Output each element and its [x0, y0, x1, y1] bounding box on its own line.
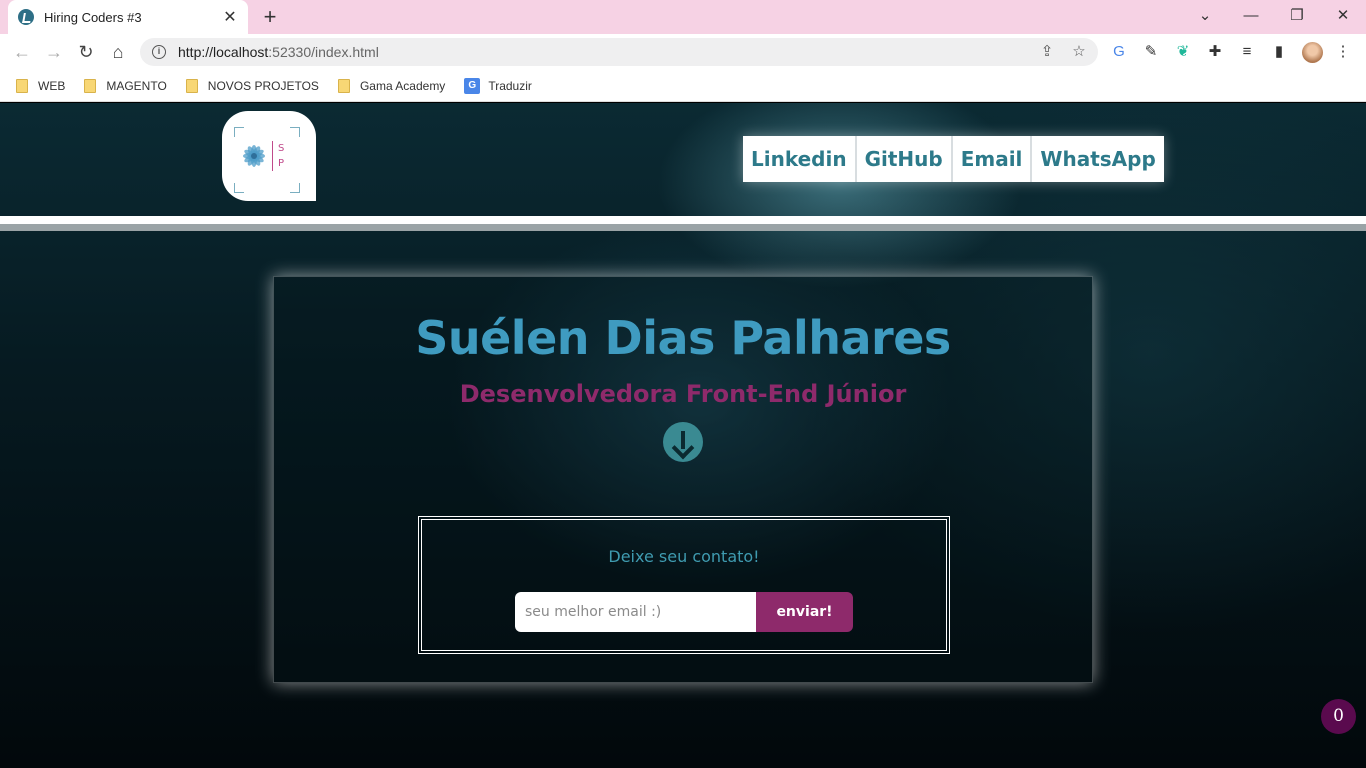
- folder-icon: [337, 78, 350, 93]
- reading-list-icon[interactable]: ≡: [1238, 43, 1256, 61]
- nav-link-github[interactable]: GitHub: [856, 136, 953, 182]
- browser-toolbar: ← → ↻ ⌂ i http://localhost:52330/index.h…: [0, 34, 1366, 70]
- bookmark-star-icon[interactable]: ☆: [1070, 43, 1088, 61]
- bookmark-traduzir[interactable]: G Traduzir: [464, 77, 532, 94]
- bookmark-novos-projetos[interactable]: NOVOS PROJETOS: [185, 78, 319, 93]
- nav-link-linkedin[interactable]: Linkedin: [743, 136, 857, 182]
- close-window-icon[interactable]: ✕: [1330, 4, 1356, 28]
- bookmark-web[interactable]: WEB: [16, 78, 66, 93]
- folder-icon: [185, 78, 198, 93]
- email-input[interactable]: [515, 592, 757, 632]
- social-nav: Linkedin GitHub Email WhatsApp: [743, 136, 1164, 182]
- logo-letter-p: P: [278, 158, 285, 169]
- reload-icon[interactable]: ↻: [74, 40, 98, 64]
- bookmark-label: WEB: [38, 78, 66, 93]
- extension-bird-icon[interactable]: ❦: [1174, 43, 1192, 61]
- minimize-window-icon[interactable]: —: [1238, 4, 1264, 28]
- browser-tab-bar: Hiring Coders #3 ✕ + ⌄ — ❐ ✕: [0, 0, 1366, 34]
- google-translate-extension-icon[interactable]: G: [1110, 43, 1128, 61]
- logo-letter-s: S: [278, 143, 285, 154]
- url-host: http://localhost: [178, 44, 269, 60]
- page-content: S P Linkedin GitHub Email WhatsApp Suéle…: [0, 103, 1366, 768]
- hero-card: Suélen Dias Palhares Desenvolvedora Fron…: [273, 276, 1093, 683]
- site-header: S P Linkedin GitHub Email WhatsApp: [0, 103, 1366, 216]
- bookmark-magento[interactable]: MAGENTO: [84, 78, 167, 93]
- nav-link-whatsapp[interactable]: WhatsApp: [1032, 136, 1164, 182]
- header-divider: [0, 216, 1366, 224]
- bookmark-label: Gama Academy: [359, 78, 446, 93]
- profile-role: Desenvolvedora Front-End Júnior: [459, 380, 907, 408]
- google-translate-icon: G: [464, 77, 481, 94]
- arrow-down-circle-icon[interactable]: [663, 422, 703, 462]
- profile-name: Suélen Dias Palhares: [415, 311, 951, 365]
- new-tab-button[interactable]: +: [258, 5, 282, 29]
- bookmark-gama-academy[interactable]: Gama Academy: [337, 78, 446, 93]
- folder-icon: [16, 78, 28, 93]
- home-icon[interactable]: ⌂: [106, 40, 130, 64]
- site-info-icon[interactable]: i: [152, 45, 166, 59]
- contact-title: Deixe seu contato!: [608, 547, 760, 566]
- restore-window-icon[interactable]: ❐: [1284, 4, 1310, 28]
- address-bar[interactable]: i http://localhost:52330/index.html ⇪ ☆: [140, 38, 1098, 66]
- extensions-puzzle-icon[interactable]: ✚: [1206, 43, 1224, 61]
- tab-search-chevron-icon[interactable]: ⌄: [1192, 4, 1218, 28]
- share-icon[interactable]: ⇪: [1038, 43, 1056, 61]
- bookmark-label: Traduzir: [488, 78, 532, 93]
- browser-tab[interactable]: Hiring Coders #3 ✕: [8, 0, 248, 34]
- counter-badge[interactable]: 0: [1321, 699, 1356, 734]
- url-path: :52330/index.html: [268, 44, 379, 60]
- tab-title: Hiring Coders #3: [44, 9, 142, 25]
- flower-icon: [243, 145, 265, 167]
- logo[interactable]: S P: [222, 111, 316, 201]
- side-panel-icon[interactable]: ▮: [1270, 43, 1288, 61]
- eyedropper-extension-icon[interactable]: ✎: [1142, 43, 1160, 61]
- bookmark-label: MAGENTO: [106, 78, 167, 93]
- contact-form: Deixe seu contato! enviar!: [418, 516, 950, 654]
- site-favicon-icon: [18, 9, 34, 25]
- close-tab-icon[interactable]: ✕: [222, 7, 238, 27]
- bookmarks-bar: WEB MAGENTO NOVOS PROJETOS Gama Academy …: [0, 70, 1366, 102]
- profile-avatar[interactable]: [1302, 42, 1323, 63]
- logo-divider: [272, 141, 273, 171]
- forward-arrow-icon[interactable]: →: [42, 40, 66, 64]
- bookmark-label: NOVOS PROJETOS: [207, 78, 319, 93]
- send-button[interactable]: enviar!: [756, 592, 853, 632]
- nav-link-email[interactable]: Email: [952, 136, 1033, 182]
- folder-icon: [84, 78, 97, 93]
- back-arrow-icon[interactable]: ←: [10, 40, 34, 64]
- browser-menu-icon[interactable]: ⋮: [1334, 43, 1352, 61]
- header-divider-shadow: [0, 224, 1366, 231]
